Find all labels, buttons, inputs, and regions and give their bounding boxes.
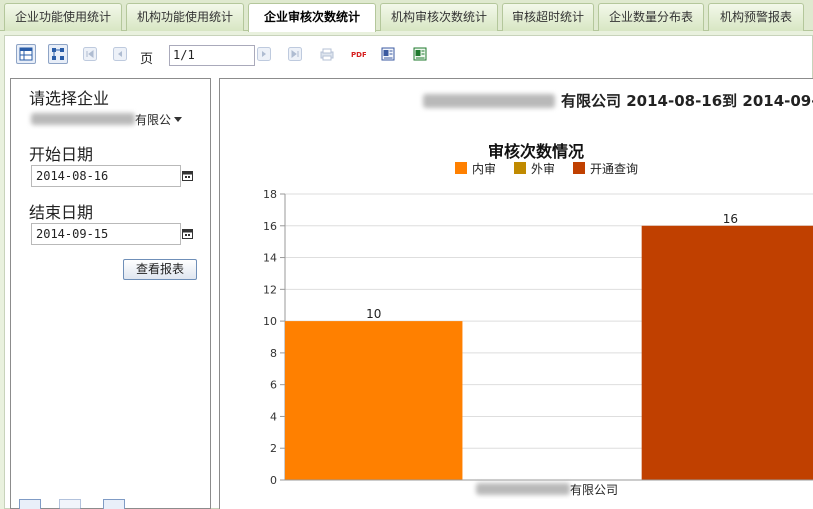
panel-chart-icon[interactable]: [103, 499, 125, 509]
y-tick-label: 0: [270, 474, 277, 487]
tab-org-warning-report[interactable]: 机构预警报表: [708, 3, 804, 31]
chart-title: 审核次数情况: [488, 142, 584, 161]
svg-text:PDF: PDF: [351, 51, 366, 59]
start-date-label: 开始日期: [29, 145, 94, 164]
legend-label: 外审: [531, 161, 555, 176]
y-tick-label: 10: [263, 315, 277, 328]
y-tick-label: 6: [270, 379, 277, 392]
filter-panel: 请选择企业 有限公 开始日期 2014-08-16 结束日期 2014-09-1…: [10, 78, 211, 509]
prev-page-icon[interactable]: [110, 44, 130, 64]
chart-y-axis: 0 2 4 6 8 10 12 14 16 18: [263, 188, 286, 487]
tab-company-audit-count[interactable]: 企业审核次数统计: [248, 3, 376, 32]
end-date-input[interactable]: 2014-09-15: [31, 223, 181, 245]
legend-swatch: [514, 162, 526, 174]
end-date-label: 结束日期: [29, 203, 94, 222]
tree-view-icon[interactable]: [48, 44, 68, 64]
y-tick-label: 16: [263, 220, 277, 233]
bar-3: [641, 225, 813, 480]
y-tick-label: 8: [270, 347, 277, 360]
view-report-button[interactable]: 查看报表: [123, 259, 197, 280]
chart-legend: 内审 外审 开通查询: [455, 161, 638, 176]
export-excel-icon[interactable]: [410, 44, 430, 64]
panel-form-icon[interactable]: [59, 499, 81, 509]
next-page-icon[interactable]: [254, 44, 274, 64]
legend-swatch: [455, 162, 467, 174]
bar-value-label: 10: [366, 307, 381, 321]
y-tick-label: 12: [263, 283, 277, 296]
y-tick-label: 2: [270, 442, 277, 455]
company-select-value: 有限公: [135, 112, 172, 127]
first-page-icon[interactable]: [80, 44, 100, 64]
print-icon[interactable]: [317, 44, 337, 64]
bar-value-label: 16: [723, 212, 738, 226]
company-label: 请选择企业: [29, 89, 110, 108]
tab-org-function-stats[interactable]: 机构功能使用统计: [126, 3, 244, 31]
tab-company-distribution[interactable]: 企业数量分布表: [598, 3, 704, 31]
tab-org-audit-count[interactable]: 机构审核次数统计: [380, 3, 498, 31]
report-panel: 有限公司 2014-08-16到 2014-09-15 审核次数情况 内审 外审开…: [219, 78, 813, 509]
tab-company-function-stats[interactable]: 企业功能使用统计: [4, 3, 122, 31]
start-date-input[interactable]: 2014-08-16: [31, 165, 181, 187]
audit-count-chart: 审核次数情况 内审 外审 开通查询 0 2 4 6 8 10 12 14 16 18 10 16 有限公…: [263, 142, 813, 497]
legend-label: 开通查询: [590, 162, 638, 176]
report-toolbar: 页 1/1 PDF: [10, 40, 813, 70]
tab-audit-timeout-stats[interactable]: 审核超时统计: [502, 3, 594, 31]
export-word-icon[interactable]: [378, 44, 398, 64]
company-select[interactable]: 有限公: [31, 109, 203, 129]
tab-bar: 企业功能使用统计 机构功能使用统计 企业审核次数统计 机构审核次数统计 审核超时…: [0, 0, 813, 32]
calendar-icon[interactable]: [182, 228, 193, 239]
page-input[interactable]: 1/1: [169, 45, 255, 66]
y-tick-label: 14: [263, 252, 277, 265]
export-pdf-icon[interactable]: PDF: [348, 44, 368, 64]
legend-swatch: [573, 162, 585, 174]
legend-label: 内审: [472, 161, 496, 176]
chart-bars: 10 16: [285, 212, 813, 480]
y-tick-label: 18: [263, 188, 277, 201]
page-label: 页: [140, 52, 154, 67]
bar-1: [285, 321, 463, 480]
chevron-down-icon: [174, 112, 183, 126]
redacted-company-name: [476, 483, 570, 495]
x-category-label: 有限公司: [570, 483, 618, 497]
y-tick-label: 4: [270, 410, 277, 423]
redacted-company-name: [31, 113, 135, 125]
panel-table-icon[interactable]: [19, 499, 41, 509]
table-view-icon[interactable]: [16, 44, 36, 64]
calendar-icon[interactable]: [182, 170, 193, 181]
chart-x-axis: 有限公司: [285, 479, 813, 497]
last-page-icon[interactable]: [285, 44, 305, 64]
